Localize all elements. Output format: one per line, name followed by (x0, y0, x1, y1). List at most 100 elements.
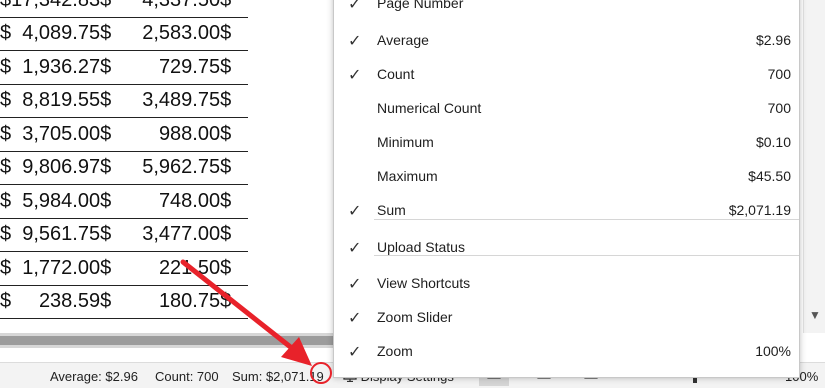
currency-symbol-cell[interactable]: $ (100, 285, 129, 319)
menu-item-page-number[interactable]: ✓ Page Number (334, 0, 799, 21)
check-icon: ✓ (348, 310, 362, 327)
amount-cell[interactable]: 3,489.75 (128, 84, 221, 118)
menu-item-label: Numerical Count (377, 100, 482, 116)
customize-status-bar-menu[interactable]: ✓ Page Number ✓ Average $2.96 ✓ Count 700 Numeri… (333, 0, 800, 378)
currency-symbol-cell[interactable]: $ (100, 218, 129, 252)
amount-cell[interactable]: 748.00 (128, 184, 221, 219)
amount-cell[interactable]: 1,772.00 (11, 251, 101, 286)
menu-item-label: View Shortcuts (377, 275, 471, 291)
table-row[interactable]: $5,984.00 $748.00 $ (0, 184, 249, 219)
menu-item-value: 700 (767, 66, 791, 82)
table-row[interactable]: $9,561.75 $3,477.00 $ (0, 218, 249, 252)
currency-symbol-cell[interactable]: $ (100, 151, 129, 185)
menu-item-zoom[interactable]: ✓ Zoom 100% (334, 335, 799, 369)
menu-item-value: $0.10 (755, 134, 791, 150)
currency-symbol-cell[interactable]: $ (0, 251, 12, 286)
menu-item-view-shortcuts[interactable]: ✓ View Shortcuts (334, 267, 799, 301)
menu-item-count[interactable]: ✓ Count 700 (334, 58, 799, 92)
amount-cell[interactable]: 238.59 (11, 285, 101, 319)
amount-cell[interactable]: 988.00 (128, 117, 221, 152)
menu-item-minimum[interactable]: Minimum $0.10 (334, 126, 799, 160)
menu-item-upload-status[interactable]: ✓ Upload Status (334, 231, 799, 265)
currency-symbol-cell[interactable]: $ (0, 318, 12, 325)
menu-item-label: Zoom (377, 343, 413, 359)
menu-item-zoom-slider[interactable]: ✓ Zoom Slider (334, 301, 799, 335)
table-row[interactable]: $9,806.97 $5,962.75 $ (0, 151, 249, 185)
amount-cell[interactable]: 9,561.75 (11, 218, 101, 252)
menu-item-value: 700 (767, 100, 791, 116)
table-row[interactable]: $3,705.00 $988.00 $ (0, 117, 249, 152)
currency-symbol-cell[interactable]: $ (100, 251, 129, 286)
currency-symbol-cell[interactable]: $ (0, 285, 12, 319)
check-icon: ✓ (348, 67, 362, 84)
currency-symbol-cell[interactable]: $ (220, 318, 249, 325)
currency-symbol-cell[interactable]: $ (100, 50, 129, 85)
currency-symbol-cell[interactable]: $ (0, 50, 12, 85)
table-row[interactable]: $238.59 $180.75 $ (0, 285, 249, 319)
menu-item-value: 100% (755, 343, 791, 359)
amount-cell[interactable]: 180.75 (128, 285, 221, 319)
currency-symbol-cell[interactable]: $ (0, 0, 12, 18)
currency-symbol-cell[interactable]: $ (0, 151, 12, 185)
currency-symbol-cell[interactable]: $ (220, 184, 249, 219)
currency-symbol-cell[interactable]: $ (220, 0, 249, 18)
amount-cell[interactable]: 221.50 (128, 251, 221, 286)
amount-cell[interactable]: 8,819.55 (11, 84, 101, 118)
table-row[interactable]: $2,518.00$314.75$ (0, 318, 249, 325)
currency-symbol-cell[interactable]: $ (220, 151, 249, 185)
currency-symbol-cell[interactable]: $ (220, 117, 249, 152)
currency-symbol-cell[interactable]: $ (0, 17, 12, 51)
currency-symbol-cell[interactable]: $ (220, 218, 249, 252)
amount-cell[interactable]: 5,984.00 (11, 184, 101, 219)
currency-symbol-cell[interactable]: $ (220, 285, 249, 319)
currency-symbol-cell[interactable]: $ (100, 17, 129, 51)
amount-cell[interactable]: 2,518.00 (11, 318, 101, 325)
menu-item-average[interactable]: ✓ Average $2.96 (334, 24, 799, 58)
horizontal-scroll-thumb[interactable] (0, 336, 335, 345)
vertical-scrollbar[interactable]: ▼ (803, 0, 825, 333)
menu-item-maximum[interactable]: Maximum $45.50 (334, 160, 799, 194)
currency-symbol-cell[interactable]: $ (220, 50, 249, 85)
currency-symbol-cell[interactable]: $ (220, 84, 249, 118)
table-row[interactable]: $1,772.00 $221.50 $ (0, 251, 249, 286)
amount-cell[interactable]: 5,962.75 (128, 151, 221, 185)
currency-symbol-cell[interactable]: $ (100, 184, 129, 219)
currency-symbol-cell[interactable]: $ (0, 117, 12, 152)
menu-item-sum[interactable]: ✓ Sum $2,071.19 (334, 194, 799, 228)
table-row[interactable]: $1,936.27 $729.75 $ (0, 50, 249, 85)
amount-cell[interactable]: 314.75 (128, 318, 221, 325)
currency-symbol-cell[interactable]: $ (100, 84, 129, 118)
currency-symbol-cell[interactable]: $ (100, 0, 129, 18)
amount-cell[interactable]: 3,477.00 (128, 218, 221, 252)
amount-cell[interactable]: 729.75 (128, 50, 221, 85)
amount-cell[interactable]: 1,936.27 (11, 50, 101, 85)
currency-symbol-cell[interactable]: $ (0, 84, 12, 118)
cell-table[interactable]: $17,342.83$4,337.50$$4,089.75$2,583.00$$… (0, 0, 249, 325)
table-row[interactable]: $4,089.75 $2,583.00 $ (0, 17, 249, 51)
horizontal-scrollbar[interactable] (0, 333, 335, 348)
currency-symbol-cell[interactable]: $ (220, 251, 249, 286)
spreadsheet-grid[interactable]: $17,342.83$4,337.50$$4,089.75$2,583.00$$… (0, 0, 335, 325)
menu-item-label: Count (377, 66, 415, 82)
menu-item-label: Average (377, 32, 429, 48)
amount-cell[interactable]: 17,342.83 (11, 0, 101, 18)
currency-symbol-cell[interactable]: $ (0, 184, 12, 219)
currency-symbol-cell[interactable]: $ (100, 318, 129, 325)
amount-cell[interactable]: 4,337.50 (128, 0, 221, 18)
amount-cell[interactable]: 3,705.00 (11, 117, 101, 152)
table-row[interactable]: $8,819.55 $3,489.75 $ (0, 84, 249, 118)
currency-symbol-cell[interactable]: $ (100, 117, 129, 152)
menu-item-label: Minimum (377, 134, 434, 150)
amount-cell[interactable]: 2,583.00 (128, 17, 221, 51)
currency-symbol-cell[interactable]: $ (220, 17, 249, 51)
menu-item-label: Zoom Slider (377, 309, 453, 325)
amount-cell[interactable]: 4,089.75 (11, 17, 101, 51)
scroll-down-arrow-icon[interactable]: ▼ (809, 308, 821, 322)
table-row[interactable]: $17,342.83$4,337.50$ (0, 0, 249, 18)
menu-item-label: Page Number (377, 0, 464, 11)
menu-separator (374, 255, 799, 256)
menu-item-numerical-count[interactable]: Numerical Count 700 (334, 92, 799, 126)
currency-symbol-cell[interactable]: $ (0, 218, 12, 252)
check-icon: ✓ (348, 33, 362, 50)
amount-cell[interactable]: 9,806.97 (11, 151, 101, 185)
